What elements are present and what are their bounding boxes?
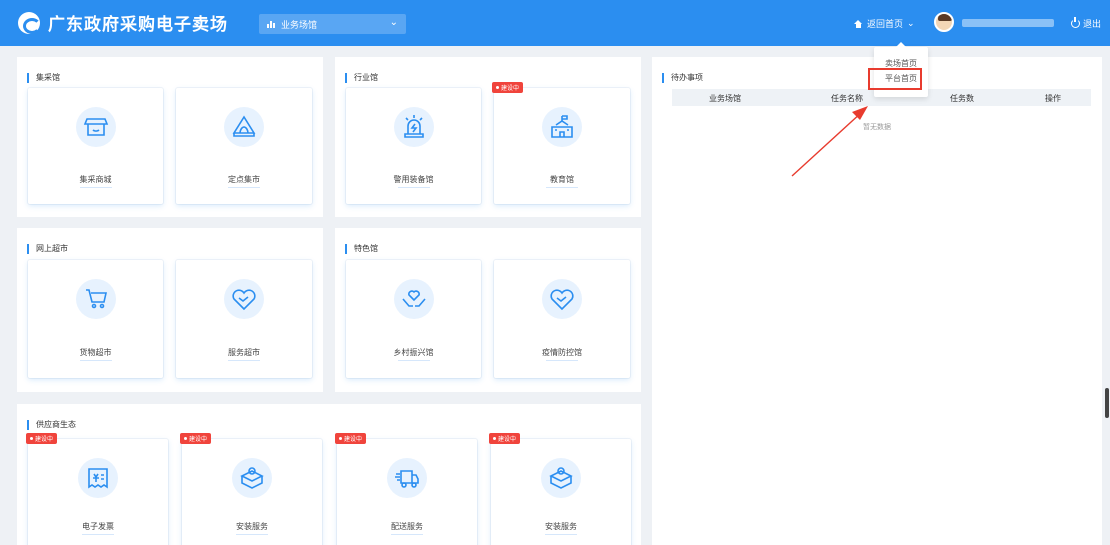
card-underline	[397, 360, 430, 361]
panel-supplier: 供应商生态 建设中 电子发票 建设中 安装服务 建设中 配送服务 建设中 安装服…	[17, 404, 641, 545]
annotation-arrow-icon	[791, 106, 868, 177]
card-underline	[236, 534, 268, 535]
avatar[interactable]	[934, 12, 954, 32]
venue-select[interactable]: 业务场馆 ⌄	[259, 14, 406, 34]
column-header: 操作	[1045, 94, 1061, 103]
install-box-icon	[232, 458, 272, 498]
card-e-invoice[interactable]: 建设中 电子发票	[26, 433, 168, 545]
card-label: 配送服务	[391, 522, 423, 531]
panel-title: 供应商生态	[27, 419, 76, 430]
annotation-highlight-box	[868, 68, 922, 90]
bar-chart-icon	[267, 20, 276, 28]
under-construction-badge: 建设中	[489, 433, 521, 444]
chevron-down-icon: ⌄	[389, 17, 398, 28]
card-underline	[82, 534, 114, 535]
card-service-market[interactable]: 服务超市	[176, 260, 312, 378]
card-education[interactable]: 建设中 教育馆	[492, 82, 630, 204]
card-underline	[79, 360, 112, 361]
card-underline	[545, 534, 577, 535]
column-header: 业务场馆	[709, 94, 741, 103]
under-construction-badge: 建设中	[492, 82, 524, 93]
card-collective-mall[interactable]: 集采商城	[28, 88, 163, 204]
logo[interactable]: 广东政府采购电子卖场	[18, 10, 228, 35]
panel-title: 特色馆	[345, 243, 378, 254]
tent-icon	[224, 107, 264, 147]
panel-online-market: 网上超市 货物超市 服务超市	[17, 228, 323, 392]
police-alarm-icon	[393, 107, 434, 147]
panel-collective: 集采馆 集采商城 定点集市	[17, 57, 323, 217]
back-home-menu[interactable]: 返回首页 ⌄	[854, 17, 915, 30]
card-label: 乡村振兴馆	[393, 348, 434, 357]
logout-label: 退出	[1083, 19, 1102, 29]
card-underline	[228, 360, 260, 361]
card-delivery-service[interactable]: 建设中 配送服务	[335, 433, 477, 545]
card-install-service[interactable]: 建设中 安装服务	[180, 433, 322, 545]
chevron-down-icon: ⌄	[907, 18, 915, 28]
under-construction-badge: 建设中	[26, 433, 58, 444]
invoice-icon	[78, 458, 118, 498]
card-label: 货物超市	[79, 348, 112, 357]
card-label: 警用装备馆	[393, 175, 434, 184]
home-icon	[854, 19, 863, 28]
panel-title: 待办事项	[662, 72, 703, 83]
logout-button[interactable]: 退出	[1071, 17, 1101, 30]
scroll-handle[interactable]	[1105, 388, 1109, 418]
card-underline	[391, 534, 423, 535]
panel-special: 特色馆 乡村振兴馆 疫情防控馆	[335, 228, 641, 392]
card-label: 疫情防控馆	[542, 348, 582, 357]
card-install-service-2[interactable]: 建设中 安装服务	[489, 433, 631, 545]
card-underline	[546, 360, 578, 361]
card-label: 定点集市	[228, 175, 260, 184]
column-header: 任务数	[950, 94, 974, 103]
user-name-redacted[interactable]	[962, 19, 1054, 27]
hands-heart-icon	[393, 279, 434, 319]
card-label: 安装服务	[545, 522, 577, 531]
card-label: 服务超市	[228, 348, 260, 357]
school-icon	[542, 107, 582, 147]
card-underline	[397, 187, 430, 188]
card-goods-market[interactable]: 货物超市	[28, 260, 163, 378]
card-underline	[228, 187, 260, 188]
card-underline	[546, 187, 578, 188]
panel-industry: 行业馆 警用装备馆 建设中 教育馆	[335, 57, 641, 217]
delivery-truck-icon	[387, 458, 427, 498]
back-home-label: 返回首页	[867, 19, 904, 29]
panel-title: 行业馆	[345, 72, 378, 83]
card-epidemic-control[interactable]: 疫情防控馆	[494, 260, 630, 378]
card-label: 教育馆	[550, 175, 574, 184]
card-label: 安装服务	[236, 522, 268, 531]
power-icon	[1071, 17, 1080, 28]
venue-select-value: 业务场馆	[281, 19, 318, 30]
handshake-heart-icon	[542, 279, 582, 319]
app-title: 广东政府采购电子卖场	[48, 15, 228, 35]
handshake-heart-icon	[224, 279, 264, 319]
card-police-equipment[interactable]: 警用装备馆	[346, 88, 481, 204]
top-header: 广东政府采购电子卖场 业务场馆 ⌄ 返回首页 ⌄ 退出	[0, 0, 1110, 46]
under-construction-badge: 建设中	[335, 433, 367, 444]
panel-title: 网上超市	[27, 243, 68, 254]
logo-mark-icon	[18, 11, 41, 34]
under-construction-badge: 建设中	[180, 433, 212, 444]
card-label: 电子发票	[82, 522, 114, 531]
shopping-cart-icon	[75, 279, 116, 319]
card-label: 集采商城	[79, 175, 112, 184]
install-box-icon	[541, 458, 581, 498]
store-icon	[75, 107, 116, 147]
card-designated-market[interactable]: 定点集市	[176, 88, 312, 204]
card-rural-revitalization[interactable]: 乡村振兴馆	[346, 260, 481, 378]
panel-title: 集采馆	[27, 72, 60, 83]
card-underline	[79, 187, 112, 188]
